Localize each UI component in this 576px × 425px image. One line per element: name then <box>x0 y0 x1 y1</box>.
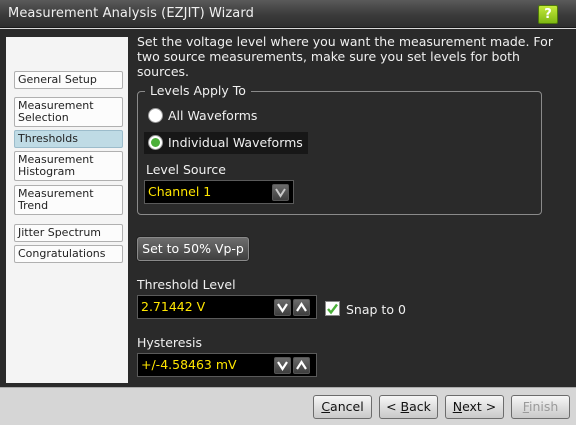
finish-button[interactable]: Finish <box>511 395 570 419</box>
radio-individual-waveforms-label: Individual Waveforms <box>168 135 303 150</box>
hysteresis-label: Hysteresis <box>137 335 202 350</box>
radio-all-waveforms-label: All Waveforms <box>168 108 258 123</box>
hysteresis-field[interactable]: +/-4.58463 mV <box>137 353 317 377</box>
step-measurement-histogram[interactable]: Measurement Histogram <box>14 151 123 181</box>
radio-button-icon <box>148 108 163 123</box>
hysteresis-value: +/-4.58463 mV <box>141 357 237 372</box>
threshold-decrement-button[interactable] <box>274 299 291 316</box>
title-bar: Measurement Analysis (EZJIT) Wizard ? <box>0 0 576 28</box>
cancel-button[interactable]: Cancel <box>313 395 372 419</box>
set-50-percent-button[interactable]: Set to 50% Vp-p <box>137 237 249 261</box>
radio-button-selected-icon <box>148 135 163 150</box>
wizard-footer: Cancel < Back Next > Finish <box>0 387 576 425</box>
level-source-label: Level Source <box>146 162 226 177</box>
checkmark-icon <box>327 303 338 315</box>
thresholds-panel: Set the voltage level where you want the… <box>132 29 576 387</box>
levels-apply-to-legend: Levels Apply To <box>145 83 251 98</box>
step-general-setup[interactable]: General Setup <box>14 71 123 89</box>
help-button[interactable]: ? <box>538 5 558 24</box>
radio-individual-waveforms[interactable]: Individual Waveforms <box>144 132 308 154</box>
step-measurement-selection[interactable]: Measurement Selection <box>14 97 123 127</box>
window-title: Measurement Analysis (EZJIT) Wizard <box>8 6 254 21</box>
next-button[interactable]: Next > <box>445 395 504 419</box>
step-thresholds[interactable]: Thresholds <box>14 130 123 148</box>
threshold-increment-button[interactable] <box>293 299 310 316</box>
threshold-level-value: 2.71442 V <box>141 299 206 314</box>
radio-all-waveforms[interactable]: All Waveforms <box>144 105 262 127</box>
hysteresis-increment-button[interactable] <box>293 357 310 374</box>
level-source-select[interactable]: Channel 1 <box>144 180 294 204</box>
levels-apply-to-group: Levels Apply To All Waveforms Individual… <box>137 83 542 215</box>
snap-to-zero-checkbox[interactable] <box>325 301 340 316</box>
step-congratulations[interactable]: Congratulations <box>14 245 123 263</box>
chevron-down-icon[interactable] <box>272 184 289 201</box>
wizard-window: Measurement Analysis (EZJIT) Wizard ? Ge… <box>0 0 576 425</box>
snap-to-zero-label: Snap to 0 <box>346 302 406 317</box>
hysteresis-decrement-button[interactable] <box>274 357 291 374</box>
step-jitter-spectrum[interactable]: Jitter Spectrum <box>14 224 123 242</box>
step-measurement-trend[interactable]: Measurement Trend <box>14 185 123 215</box>
wizard-step-list: General Setup Measurement Selection Thre… <box>6 37 128 383</box>
level-source-value: Channel 1 <box>148 184 212 199</box>
wizard-body: General Setup Measurement Selection Thre… <box>0 29 576 387</box>
back-button[interactable]: < Back <box>379 395 438 419</box>
threshold-level-label: Threshold Level <box>137 277 236 292</box>
instructions-text: Set the voltage level where you want the… <box>137 34 553 79</box>
threshold-level-field[interactable]: 2.71442 V <box>137 295 317 319</box>
